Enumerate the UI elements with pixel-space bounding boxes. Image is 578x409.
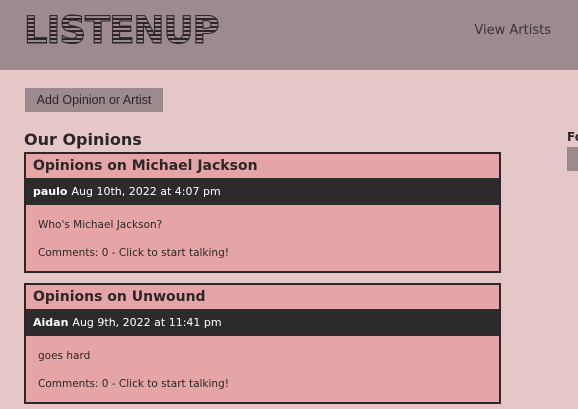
opinion-date: Aug 9th, 2022 at 11:41 pm [72,316,222,329]
opinion-author: Aidan [33,316,69,329]
opinion-body: Who's Michael Jackson? Comments: 0 - Cli… [26,205,499,271]
view-artists-link[interactable]: View Artists [474,23,551,38]
side-panel-box[interactable] [567,147,578,171]
comments-link[interactable]: Comments: 0 - Click to start talking! [38,247,499,259]
site-header: LISTENUP View Artists [0,0,578,70]
opinion-text: Who's Michael Jackson? [38,219,163,231]
comments-link[interactable]: Comments: 0 - Click to start talking! [38,378,499,390]
opinion-date: Aug 10th, 2022 at 4:07 pm [71,185,221,198]
opinion-title[interactable]: Opinions on Unwound [26,285,499,309]
side-panel-label: Fo [567,130,578,144]
opinion-meta: paulo Aug 10th, 2022 at 4:07 pm [26,178,499,205]
site-logo[interactable]: LISTENUP [24,9,221,52]
opinion-card[interactable]: Opinions on Michael Jackson paulo Aug 10… [24,152,501,273]
opinion-title[interactable]: Opinions on Michael Jackson [26,154,499,178]
opinion-body: goes hard Comments: 0 - Click to start t… [26,336,499,402]
opinion-card[interactable]: Opinions on Unwound Aidan Aug 9th, 2022 … [24,283,501,404]
opinion-meta: Aidan Aug 9th, 2022 at 11:41 pm [26,309,499,336]
page-title: Our Opinions [24,130,142,149]
opinion-author: paulo [33,185,68,198]
opinion-text: goes hard [38,350,91,362]
add-opinion-button[interactable]: Add Opinion or Artist [25,88,163,112]
